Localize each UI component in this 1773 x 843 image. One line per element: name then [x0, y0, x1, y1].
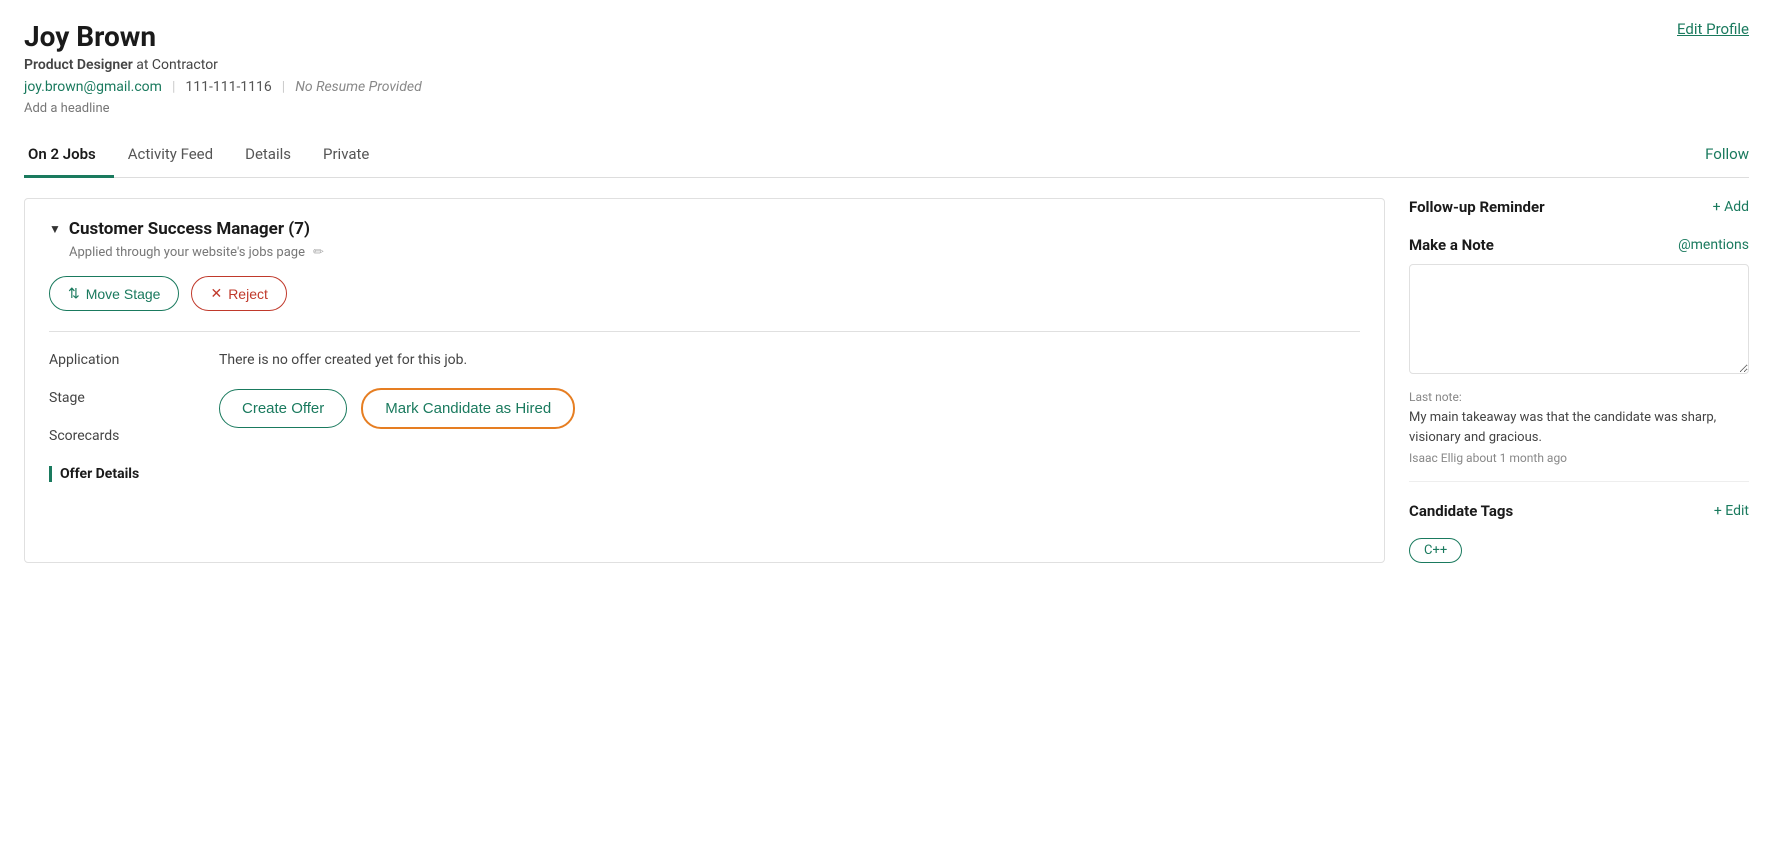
offer-content: There is no offer created yet for this j…: [219, 348, 1360, 482]
tab-private[interactable]: Private: [319, 135, 387, 178]
move-stage-button[interactable]: ⇅ Move Stage: [49, 276, 179, 311]
reject-icon: ✕: [210, 285, 222, 302]
candidate-tags-section: Candidate Tags + Edit C++: [1409, 502, 1749, 563]
tab-activity-feed[interactable]: Activity Feed: [124, 135, 231, 178]
tabs-bar: On 2 Jobs Activity Feed Details Private …: [24, 134, 1749, 178]
candidate-tags-title: Candidate Tags: [1409, 502, 1513, 520]
candidate-name: Joy Brown: [24, 20, 422, 53]
job-header: ▼ Customer Success Manager (7): [49, 219, 1360, 239]
offer-buttons: Create Offer Mark Candidate as Hired: [219, 388, 1360, 429]
left-panel: ▼ Customer Success Manager (7) Applied t…: [24, 198, 1385, 563]
mentions-link[interactable]: @mentions: [1678, 237, 1749, 253]
make-note-section: Make a Note @mentions Last note: My main…: [1409, 236, 1749, 482]
no-offer-text: There is no offer created yet for this j…: [219, 352, 1360, 368]
last-note-section: Last note: My main takeaway was that the…: [1409, 390, 1749, 482]
last-note-label: Last note:: [1409, 390, 1749, 404]
right-panel: Follow-up Reminder + Add Make a Note @me…: [1409, 198, 1749, 563]
tab-on-2-jobs[interactable]: On 2 Jobs: [24, 135, 114, 178]
followup-reminder-section: Follow-up Reminder + Add: [1409, 198, 1749, 216]
tabs-left: On 2 Jobs Activity Feed Details Private: [24, 134, 397, 177]
add-reminder-link[interactable]: + Add: [1713, 199, 1749, 215]
side-nav-offer-details[interactable]: Offer Details: [49, 466, 179, 482]
last-note-author: Isaac Ellig about 1 month ago: [1409, 451, 1749, 465]
separator-2: |: [282, 79, 285, 95]
edit-tags-link[interactable]: + Edit: [1714, 503, 1749, 519]
candidate-contact: joy.brown@gmail.com | 111-111-1116 | No …: [24, 79, 422, 95]
last-note-text: My main takeaway was that the candidate …: [1409, 408, 1749, 447]
applied-through: Applied through your website's jobs page…: [69, 245, 1360, 260]
divider: [49, 331, 1360, 332]
candidate-tags-header: Candidate Tags + Edit: [1409, 502, 1749, 520]
side-nav-stage[interactable]: Stage: [49, 390, 179, 406]
job-title: Customer Success Manager (7): [69, 219, 310, 239]
note-textarea[interactable]: [1409, 264, 1749, 374]
collapse-icon[interactable]: ▼: [49, 222, 61, 236]
create-offer-button[interactable]: Create Offer: [219, 389, 347, 428]
follow-link[interactable]: Follow: [1705, 145, 1749, 163]
reject-button[interactable]: ✕ Reject: [191, 276, 286, 311]
tag-cpp: C++: [1409, 538, 1462, 563]
candidate-phone: 111-111-1116: [185, 79, 271, 95]
followup-header: Follow-up Reminder + Add: [1409, 198, 1749, 216]
side-nav-application[interactable]: Application: [49, 352, 179, 368]
edit-profile-link[interactable]: Edit Profile: [1677, 20, 1749, 38]
followup-title: Follow-up Reminder: [1409, 198, 1545, 216]
side-nav-links: Application Stage Scorecards Offer Detai…: [49, 348, 179, 482]
candidate-title: Product Designer at Contractor: [24, 57, 422, 73]
tab-details[interactable]: Details: [241, 135, 309, 178]
side-nav-container: Application Stage Scorecards Offer Detai…: [49, 348, 1360, 482]
add-headline[interactable]: Add a headline: [24, 101, 422, 116]
make-note-header: Make a Note @mentions: [1409, 236, 1749, 254]
mark-candidate-hired-button[interactable]: Mark Candidate as Hired: [361, 388, 575, 429]
candidate-email[interactable]: joy.brown@gmail.com: [24, 79, 162, 95]
edit-source-icon[interactable]: ✏: [313, 245, 324, 260]
no-resume-text: No Resume Provided: [295, 79, 422, 95]
action-buttons: ⇅ Move Stage ✕ Reject: [49, 276, 1360, 311]
move-stage-icon: ⇅: [68, 285, 80, 302]
side-nav-scorecards[interactable]: Scorecards: [49, 428, 179, 444]
make-note-title: Make a Note: [1409, 236, 1494, 254]
main-content: ▼ Customer Success Manager (7) Applied t…: [24, 198, 1749, 563]
separator-1: |: [172, 79, 175, 95]
